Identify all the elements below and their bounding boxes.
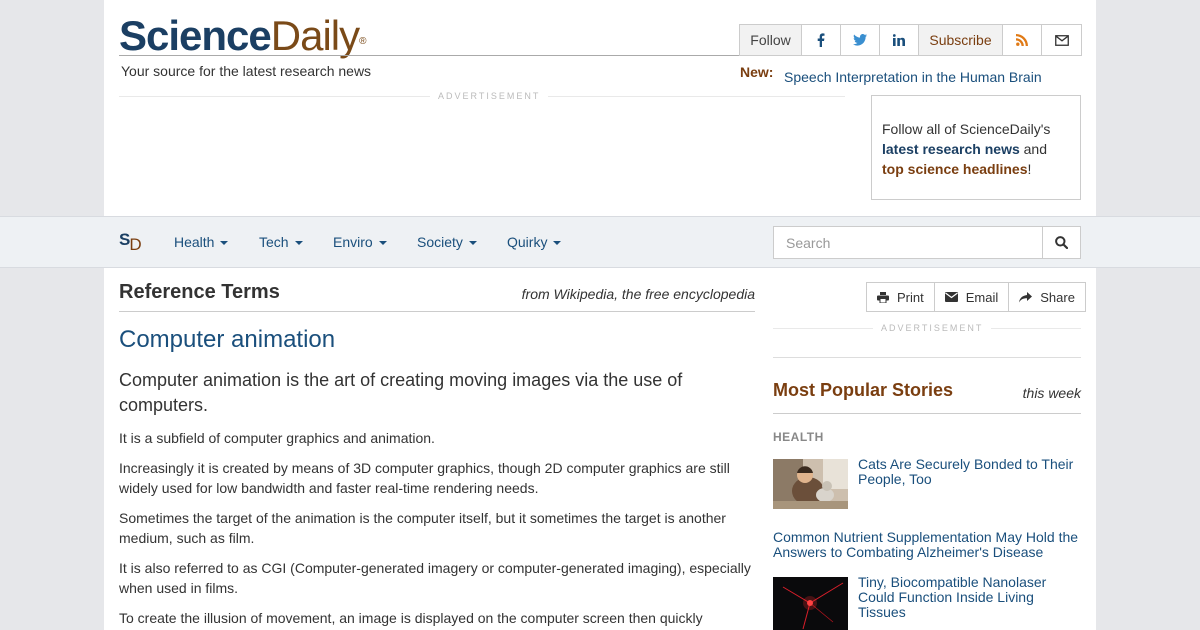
article-title: Computer animation [119,326,336,353]
article-paragraph: To create the illusion of movement, an i… [119,610,703,626]
nav-quirky-label: Quirky [507,234,548,250]
section-title: Reference Terms [119,281,280,303]
sd-mark-d: D [129,235,142,254]
chevron-down-icon [378,241,387,246]
story-link[interactable]: Tiny, Biocompatible Nanolaser Could Func… [858,575,1081,620]
new-label: New: [740,64,774,80]
article-paragraph: Increasingly it is created by means of 3… [119,460,730,496]
share-label: Share [1040,289,1075,305]
most-popular-period: this week [1022,385,1081,401]
share-toolbar: Print Email Share [866,282,1086,312]
rail-advertisement-label: ADVERTISEMENT [873,323,992,333]
logo-registered-mark: ® [359,36,366,47]
most-popular-title: Most Popular Stories [773,380,954,400]
search-icon [1055,236,1068,249]
story-link[interactable]: Common Nutrient Supplementation May Hold… [773,530,1081,560]
article-paragraph: It is also referred to as CGI (Computer-… [119,560,751,596]
rail-separator [773,357,1081,358]
header-divider [119,55,740,56]
follow-promo-exclaim: ! [1027,161,1032,177]
nav-tech[interactable]: Tech [259,234,303,250]
chevron-down-icon [468,241,477,246]
search-button[interactable] [1042,226,1081,259]
nav-health[interactable]: Health [174,234,229,250]
search-input[interactable] [773,226,1043,259]
article-lead: Computer animation is the art of creatin… [119,370,683,415]
logo-science: Science [119,12,272,59]
source-attribution: from Wikipedia, the free encyclopedia [521,286,755,302]
nav-enviro-label: Enviro [333,234,373,250]
nav-health-label: Health [174,234,215,250]
chevron-down-icon [553,241,562,246]
ticker-previous-headline [784,51,1084,59]
latest-research-news-link[interactable]: latest research news [882,141,1020,157]
site-logo[interactable]: ScienceDaily® [119,12,367,60]
print-icon [877,291,889,303]
chevron-down-icon [294,241,303,246]
logo-daily: Daily [270,12,360,59]
email-label: Email [965,289,999,305]
advertisement-label: ADVERTISEMENT [430,91,549,101]
follow-promo-box: Follow all of ScienceDaily's latest rese… [871,95,1081,200]
nav-quirky[interactable]: Quirky [507,234,562,250]
nav-society[interactable]: Society [417,234,477,250]
ticker-headline-link[interactable]: Speech Interpretation in the Human Brain [784,69,1042,85]
nav-society-label: Society [417,234,463,250]
section-divider [119,311,755,312]
story-link[interactable]: Cats Are Securely Bonded to Their People… [858,457,1081,487]
most-popular-divider [773,413,1081,414]
story-thumbnail-nanolaser[interactable] [773,577,848,630]
article-paragraph: Sometimes the target of the animation is… [119,510,726,546]
nav-tech-label: Tech [259,234,289,250]
follow-promo-and: and [1019,141,1047,157]
nav-enviro[interactable]: Enviro [333,234,387,250]
print-label: Print [897,289,924,305]
envelope-icon [944,292,958,302]
print-button[interactable]: Print [867,283,935,311]
share-arrow-icon [1019,291,1033,302]
follow-promo-text: Follow all of ScienceDaily's [882,121,1051,137]
chevron-down-icon [220,241,229,246]
story-category: HEALTH [773,430,824,444]
share-button[interactable]: Share [1009,283,1085,311]
main-navbar: SD Health Tech Enviro Society Quirky [0,216,1200,268]
email-button[interactable]: Email [935,283,1010,311]
site-tagline: Your source for the latest research news [121,63,372,79]
story-thumbnail-cat[interactable] [773,459,848,509]
article-paragraph: It is a subfield of computer graphics an… [119,430,435,446]
sd-home-logo[interactable]: SD [119,230,143,254]
top-science-headlines-link[interactable]: top science headlines [882,161,1028,177]
